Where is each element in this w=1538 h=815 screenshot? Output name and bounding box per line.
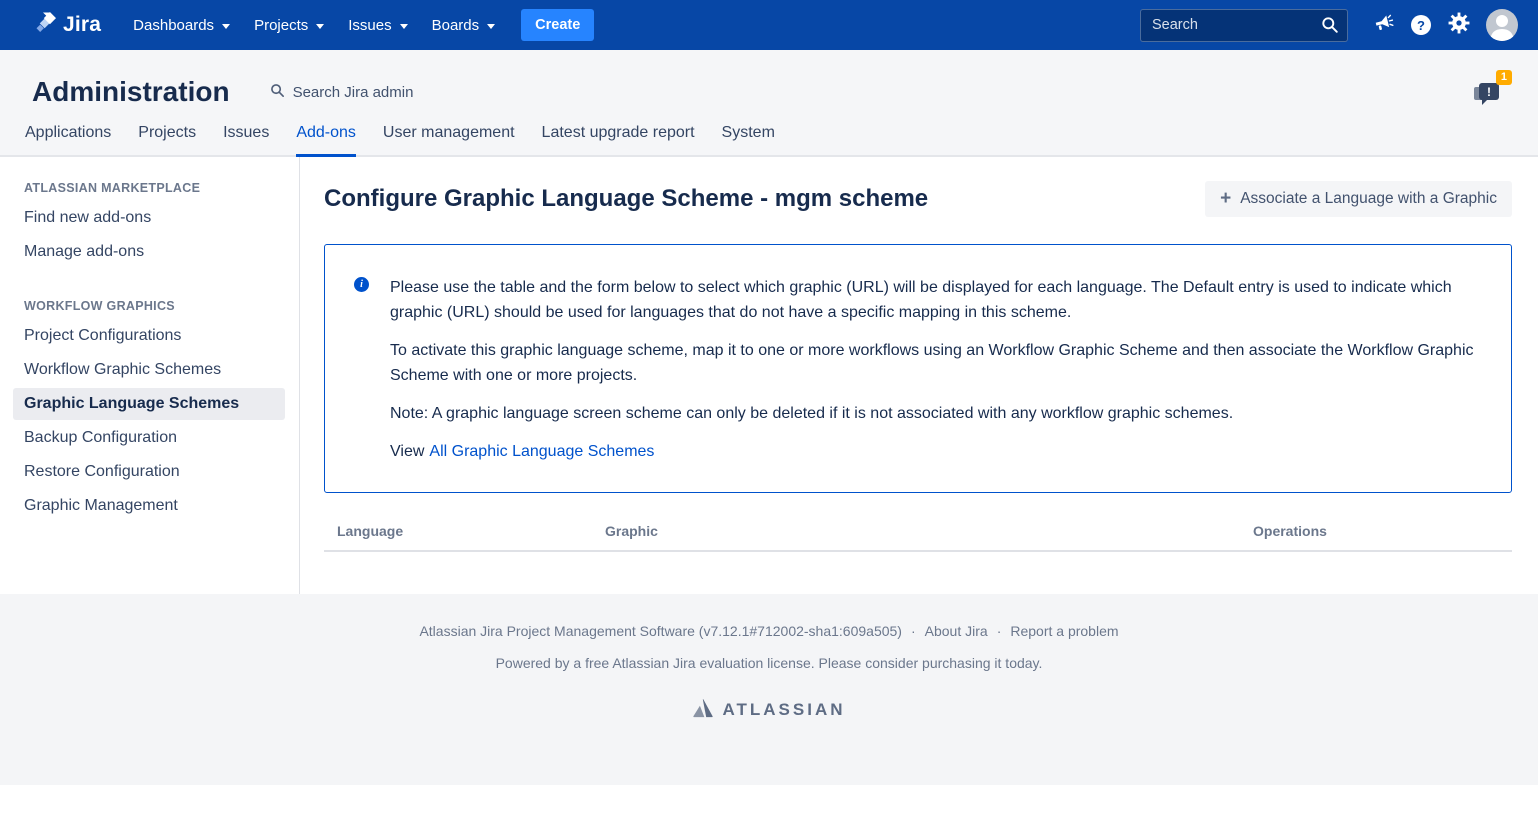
sidebar-section-workflow-graphics: WORKFLOW GRAPHICS (24, 299, 299, 313)
tab-latest-upgrade-report[interactable]: Latest upgrade report (542, 124, 695, 155)
info-message: i Please use the table and the form belo… (324, 244, 1512, 493)
tab-add-ons[interactable]: Add-ons (296, 124, 356, 155)
admin-search-label: Search Jira admin (293, 84, 414, 101)
search-icon (270, 83, 285, 102)
page-title: Administration (32, 76, 230, 108)
atlassian-logo[interactable]: ATLASSIAN (0, 698, 1538, 721)
sidebar-item-workflow-graphic-schemes[interactable]: Workflow Graphic Schemes (24, 353, 299, 387)
info-icon: i (354, 277, 369, 292)
all-graphic-language-schemes-link[interactable]: All Graphic Language Schemes (429, 443, 654, 460)
chevron-down-icon (400, 24, 408, 29)
navbar-search (1140, 9, 1348, 42)
search-icon[interactable] (1321, 16, 1339, 39)
feedback-bubble-icon: ! (1479, 83, 1499, 100)
gear-icon (1448, 12, 1470, 39)
sidebar-item-manage-add-ons[interactable]: Manage add-ons (24, 235, 299, 269)
exclamation-glyph: ! (1487, 85, 1491, 99)
tab-user-management[interactable]: User management (383, 124, 515, 155)
nav-dashboards[interactable]: Dashboards (121, 0, 242, 50)
scheme-title: Configure Graphic Language Scheme - mgm … (324, 185, 928, 213)
associate-language-button[interactable]: + Associate a Language with a Graphic (1205, 181, 1512, 217)
atlassian-logo-text: ATLASSIAN (722, 700, 845, 720)
column-operations: Operations (1240, 523, 1512, 539)
announcements-button[interactable] (1364, 0, 1402, 50)
top-navbar: Jira Dashboards Projects Issues Boards C… (0, 0, 1538, 50)
sidebar-item-graphic-management[interactable]: Graphic Management (24, 489, 299, 523)
sidebar-item-backup-configuration[interactable]: Backup Configuration (24, 421, 299, 455)
navbar-right: ? (1140, 0, 1524, 50)
search-input[interactable] (1140, 9, 1348, 42)
sidebar-section-marketplace: ATLASSIAN MARKETPLACE (24, 181, 299, 195)
report-problem-link[interactable]: Report a problem (1010, 623, 1118, 639)
footer-version-text: Atlassian Jira Project Management Softwa… (419, 623, 902, 639)
chevron-down-icon (316, 24, 324, 29)
footer-separator: · (911, 623, 916, 639)
admin-band: Administration Search Jira admin ! 1 App… (0, 50, 1538, 157)
sidebar-item-find-new-add-ons[interactable]: Find new add-ons (24, 201, 299, 235)
info-paragraph-2: To activate this graphic language scheme… (390, 339, 1483, 389)
info-paragraph-3: Note: A graphic language screen scheme c… (390, 402, 1483, 427)
page-footer: Atlassian Jira Project Management Softwa… (0, 594, 1538, 785)
jira-logo[interactable]: Jira (30, 10, 101, 41)
tab-applications[interactable]: Applications (25, 124, 111, 155)
nav-boards[interactable]: Boards (420, 0, 508, 50)
person-icon (1486, 9, 1518, 41)
footer-license-text: Powered by a free Atlassian Jira evaluat… (0, 655, 1538, 671)
nav-issues[interactable]: Issues (336, 0, 419, 50)
jira-logo-icon (30, 10, 56, 41)
notification-badge: 1 (1496, 70, 1512, 85)
associate-button-label: Associate a Language with a Graphic (1240, 190, 1497, 208)
chevron-down-icon (487, 24, 495, 29)
tab-issues[interactable]: Issues (223, 124, 269, 155)
info-paragraph-1: Please use the table and the form below … (390, 276, 1483, 326)
help-icon: ? (1411, 15, 1431, 35)
title-row: Configure Graphic Language Scheme - mgm … (324, 181, 1512, 217)
tab-projects[interactable]: Projects (138, 124, 196, 155)
content-area: ATLASSIAN MARKETPLACE Find new add-ons M… (0, 157, 1538, 594)
tab-system[interactable]: System (722, 124, 775, 155)
nav-projects-label: Projects (254, 17, 308, 34)
info-paragraph-view: View All Graphic Language Schemes (390, 440, 1483, 465)
sidebar-item-restore-configuration[interactable]: Restore Configuration (24, 455, 299, 489)
user-avatar[interactable] (1486, 9, 1518, 41)
plus-icon: + (1220, 192, 1231, 206)
admin-sidebar: ATLASSIAN MARKETPLACE Find new add-ons M… (0, 157, 300, 594)
sidebar-item-project-configurations[interactable]: Project Configurations (24, 319, 299, 353)
nav-issues-label: Issues (348, 17, 391, 34)
jira-logo-text: Jira (63, 13, 101, 37)
sidebar-item-graphic-language-schemes[interactable]: Graphic Language Schemes (13, 388, 285, 420)
main-panel: Configure Graphic Language Scheme - mgm … (300, 157, 1538, 594)
scheme-table-header: Language Graphic Operations (324, 510, 1512, 552)
admin-header: Administration Search Jira admin ! 1 (0, 50, 1538, 124)
create-button[interactable]: Create (521, 9, 594, 41)
view-prefix: View (390, 443, 424, 460)
nav-projects[interactable]: Projects (242, 0, 336, 50)
footer-line-1: Atlassian Jira Project Management Softwa… (0, 623, 1538, 639)
help-button[interactable]: ? (1402, 0, 1440, 50)
admin-settings-button[interactable] (1440, 0, 1478, 50)
about-jira-link[interactable]: About Jira (925, 623, 988, 639)
column-graphic: Graphic (592, 523, 1240, 539)
chevron-down-icon (222, 24, 230, 29)
admin-tabs: Applications Projects Issues Add-ons Use… (0, 124, 1538, 155)
nav-dashboards-label: Dashboards (133, 17, 214, 34)
nav-boards-label: Boards (432, 17, 480, 34)
column-language: Language (324, 523, 592, 539)
feedback-button[interactable]: ! 1 (1474, 78, 1508, 106)
atlassian-logo-icon (692, 698, 714, 721)
admin-search[interactable]: Search Jira admin (270, 83, 414, 102)
megaphone-icon (1372, 12, 1394, 39)
footer-separator: · (997, 623, 1002, 639)
